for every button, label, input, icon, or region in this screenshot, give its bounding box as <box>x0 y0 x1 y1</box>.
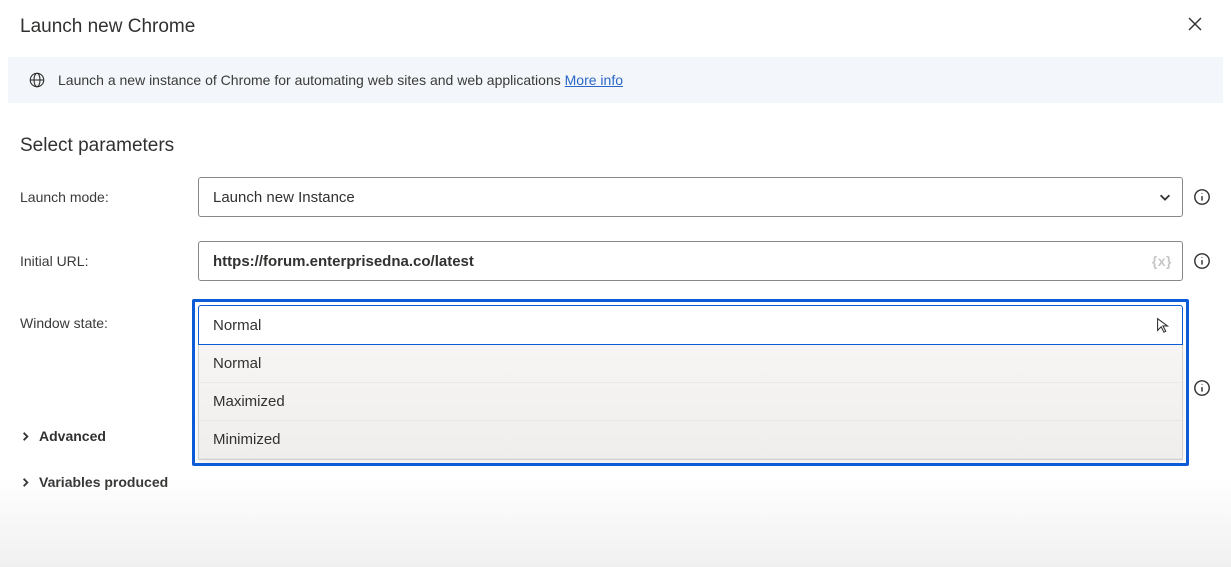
dialog-title: Launch new Chrome <box>20 16 195 38</box>
dropdown-window-state: Normal Maximized Minimized <box>198 345 1183 460</box>
select-launch-mode[interactable]: Launch new Instance <box>198 177 1183 217</box>
info-icon[interactable] <box>1193 379 1211 397</box>
section-advanced-label: Advanced <box>39 428 106 444</box>
section-variables-label: Variables produced <box>39 474 168 490</box>
info-banner-text: Launch a new instance of Chrome for auto… <box>58 72 623 88</box>
dropdown-option-minimized[interactable]: Minimized <box>199 421 1182 459</box>
info-icon[interactable] <box>1193 188 1211 206</box>
close-button[interactable] <box>1179 12 1211 41</box>
cursor-icon <box>1154 316 1172 334</box>
label-initial-url: Initial URL: <box>20 253 198 269</box>
label-window-state: Window state: <box>20 305 198 331</box>
dialog-header: Launch new Chrome <box>0 0 1231 57</box>
section-advanced[interactable]: Advanced <box>0 422 188 450</box>
row-launch-mode: Launch mode: Launch new Instance <box>0 177 1231 241</box>
row-initial-url: Initial URL: https://forum.enterprisedna… <box>0 241 1231 305</box>
info-banner: Launch a new instance of Chrome for auto… <box>8 57 1223 103</box>
label-launch-mode: Launch mode: <box>20 189 198 205</box>
variable-token-icon[interactable]: {x} <box>1152 253 1172 269</box>
dropdown-option-maximized[interactable]: Maximized <box>199 383 1182 421</box>
section-variables-produced[interactable]: Variables produced <box>0 468 188 496</box>
select-window-state[interactable]: Normal <box>198 305 1183 345</box>
input-initial-url[interactable]: https://forum.enterprisedna.co/latest {x… <box>198 241 1183 281</box>
more-info-link[interactable]: More info <box>565 72 623 88</box>
input-initial-url-value: https://forum.enterprisedna.co/latest <box>213 253 1152 270</box>
close-icon <box>1187 16 1203 32</box>
select-launch-mode-value: Launch new Instance <box>213 189 1158 206</box>
dropdown-option-normal[interactable]: Normal <box>199 345 1182 383</box>
chevron-right-icon <box>20 431 31 442</box>
info-icon[interactable] <box>1193 252 1211 270</box>
chevron-right-icon <box>20 477 31 488</box>
globe-icon <box>28 71 46 89</box>
select-window-state-value: Normal <box>213 317 1154 334</box>
chevron-down-icon <box>1158 190 1172 204</box>
section-title: Select parameters <box>0 107 1231 177</box>
